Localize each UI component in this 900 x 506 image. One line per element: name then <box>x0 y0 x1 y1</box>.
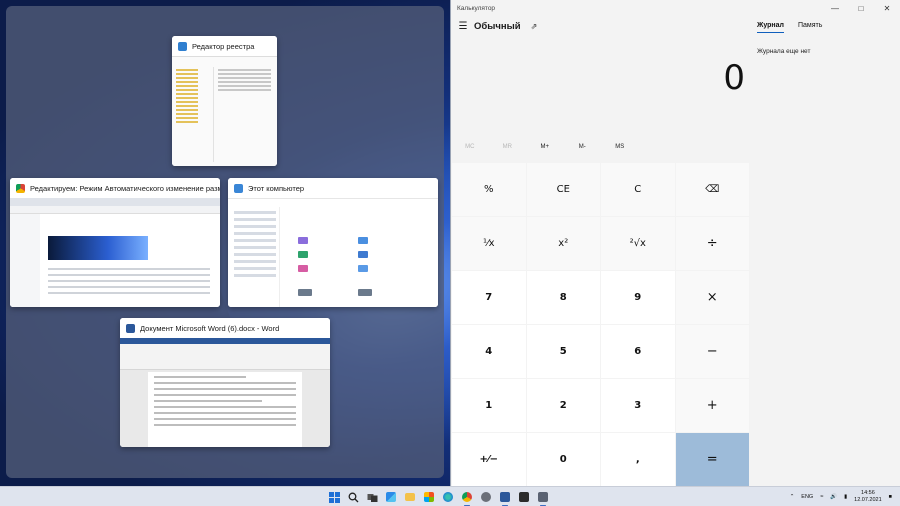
journal-empty-text: Журнала еще нет <box>757 48 811 55</box>
computer-icon <box>234 183 243 193</box>
keypad: % CE C ⌫ ¹⁄x x² ²√x ÷ 7 8 9 × 4 5 6 − 1 … <box>452 163 749 486</box>
digit-6-button[interactable]: 6 <box>601 325 675 378</box>
chrome-icon[interactable] <box>459 489 475 506</box>
digit-3-button[interactable]: 3 <box>601 379 675 432</box>
registry-icon <box>178 41 187 51</box>
word-icon[interactable] <box>497 489 513 506</box>
clock-time: 14:56 <box>861 490 875 496</box>
snap-thumb-word[interactable]: Документ Microsoft Word (6).docx - Word <box>120 318 330 447</box>
article-image <box>48 236 148 260</box>
registry-tree <box>176 67 214 162</box>
search-icon[interactable] <box>345 489 361 505</box>
system-tray: ⌃ ENG ≈ 🔊 ▮ 14:56 12.07.2021 ■ <box>790 489 892 505</box>
registry-values <box>218 67 271 162</box>
negate-button[interactable]: +⁄− <box>452 433 526 486</box>
add-button[interactable]: + <box>675 379 749 432</box>
explorer-nav-pane <box>228 207 280 307</box>
thumb-title: Этот компьютер <box>248 183 305 193</box>
equals-button[interactable]: = <box>675 433 749 486</box>
result-display: 0 <box>723 58 745 98</box>
decimal-button[interactable]: , <box>601 433 675 486</box>
digit-2-button[interactable]: 2 <box>526 379 600 432</box>
percent-button[interactable]: % <box>452 163 526 216</box>
folder-icon <box>358 237 368 244</box>
wifi-icon[interactable]: ≈ <box>820 494 823 500</box>
settings-icon[interactable] <box>478 489 494 505</box>
tab-memory[interactable]: Память <box>798 22 822 33</box>
memory-store-button[interactable]: MS <box>601 138 639 156</box>
menu-icon[interactable]: ☰ <box>453 17 473 35</box>
chrome-icon <box>16 183 25 193</box>
digit-1-button[interactable]: 1 <box>452 379 526 432</box>
drive-icon <box>298 289 312 296</box>
thumb-title: Редактор реестра <box>192 41 255 51</box>
memory-add-button[interactable]: M+ <box>526 138 564 156</box>
mode-title: Обычный <box>474 20 521 32</box>
close-button[interactable]: ✕ <box>874 0 900 16</box>
memory-clear-button[interactable]: MC <box>451 138 489 156</box>
word-ribbon <box>120 344 330 370</box>
word-page <box>148 372 302 447</box>
calculator-window: Калькулятор — □ ✕ ☰ Обычный ⇗ 0 MC MR M+… <box>450 0 900 486</box>
taskbar: ⌃ ENG ≈ 🔊 ▮ 14:56 12.07.2021 ■ <box>0 486 900 506</box>
memory-row: MC MR M+ M- MS <box>451 138 751 156</box>
reciprocal-button[interactable]: ¹⁄x <box>452 217 526 270</box>
chevron-up-icon[interactable]: ⌃ <box>790 494 795 500</box>
folder-icon <box>298 251 308 258</box>
widgets-icon[interactable] <box>383 489 399 505</box>
calculator-icon[interactable] <box>535 489 551 506</box>
task-view-icon[interactable] <box>364 489 380 505</box>
digit-5-button[interactable]: 5 <box>526 325 600 378</box>
drive-icon <box>358 289 372 296</box>
digit-4-button[interactable]: 4 <box>452 325 526 378</box>
file-explorer-icon[interactable] <box>402 489 418 505</box>
store-icon[interactable] <box>421 489 437 505</box>
square-root-button[interactable]: ²√x <box>601 217 675 270</box>
clock-date: 12.07.2021 <box>854 497 882 503</box>
window-title: Калькулятор <box>457 4 496 12</box>
folder-icon <box>358 251 368 258</box>
multiply-button[interactable]: × <box>675 271 749 324</box>
folder-icon <box>358 265 368 272</box>
snap-assist-zone: Редактор реестра Редактируем: Режим Авто… <box>6 6 444 478</box>
notifications-icon[interactable]: ■ <box>889 494 892 500</box>
battery-icon[interactable]: ▮ <box>844 494 847 500</box>
square-button[interactable]: x² <box>526 217 600 270</box>
folder-icon <box>298 237 308 244</box>
terminal-icon[interactable] <box>516 489 532 505</box>
folder-icon <box>298 265 308 272</box>
digit-8-button[interactable]: 8 <box>526 271 600 324</box>
clear-button[interactable]: C <box>601 163 675 216</box>
digit-7-button[interactable]: 7 <box>452 271 526 324</box>
history-memory-tabs: Журнал Память <box>757 22 822 33</box>
volume-icon[interactable]: 🔊 <box>830 494 837 500</box>
backspace-button[interactable]: ⌫ <box>675 163 749 216</box>
digit-0-button[interactable]: 0 <box>526 433 600 486</box>
thumb-title: Редактируем: Режим Автоматического измен… <box>30 183 220 193</box>
start-icon[interactable] <box>326 489 342 505</box>
clear-entry-button[interactable]: CE <box>526 163 600 216</box>
memory-subtract-button[interactable]: M- <box>564 138 602 156</box>
digit-9-button[interactable]: 9 <box>601 271 675 324</box>
word-icon <box>126 323 135 333</box>
snap-thumb-browser[interactable]: Редактируем: Режим Автоматического измен… <box>10 178 220 307</box>
taskbar-icons <box>326 489 551 506</box>
edge-icon[interactable] <box>440 489 456 505</box>
language-indicator[interactable]: ENG <box>801 494 813 500</box>
browser-sidebar <box>10 214 40 307</box>
maximize-button[interactable]: □ <box>848 0 874 16</box>
memory-recall-button[interactable]: MR <box>489 138 527 156</box>
keep-on-top-icon[interactable]: ⇗ <box>531 22 538 31</box>
minimize-button[interactable]: — <box>822 0 848 16</box>
snap-thumb-registry[interactable]: Редактор реестра <box>172 36 277 166</box>
clock[interactable]: 14:56 12.07.2021 <box>854 490 882 504</box>
tab-journal[interactable]: Журнал <box>757 22 784 33</box>
snap-thumb-explorer[interactable]: Этот компьютер <box>228 178 438 307</box>
thumb-title: Документ Microsoft Word (6).docx - Word <box>140 323 280 333</box>
divide-button[interactable]: ÷ <box>675 217 749 270</box>
subtract-button[interactable]: − <box>675 325 749 378</box>
